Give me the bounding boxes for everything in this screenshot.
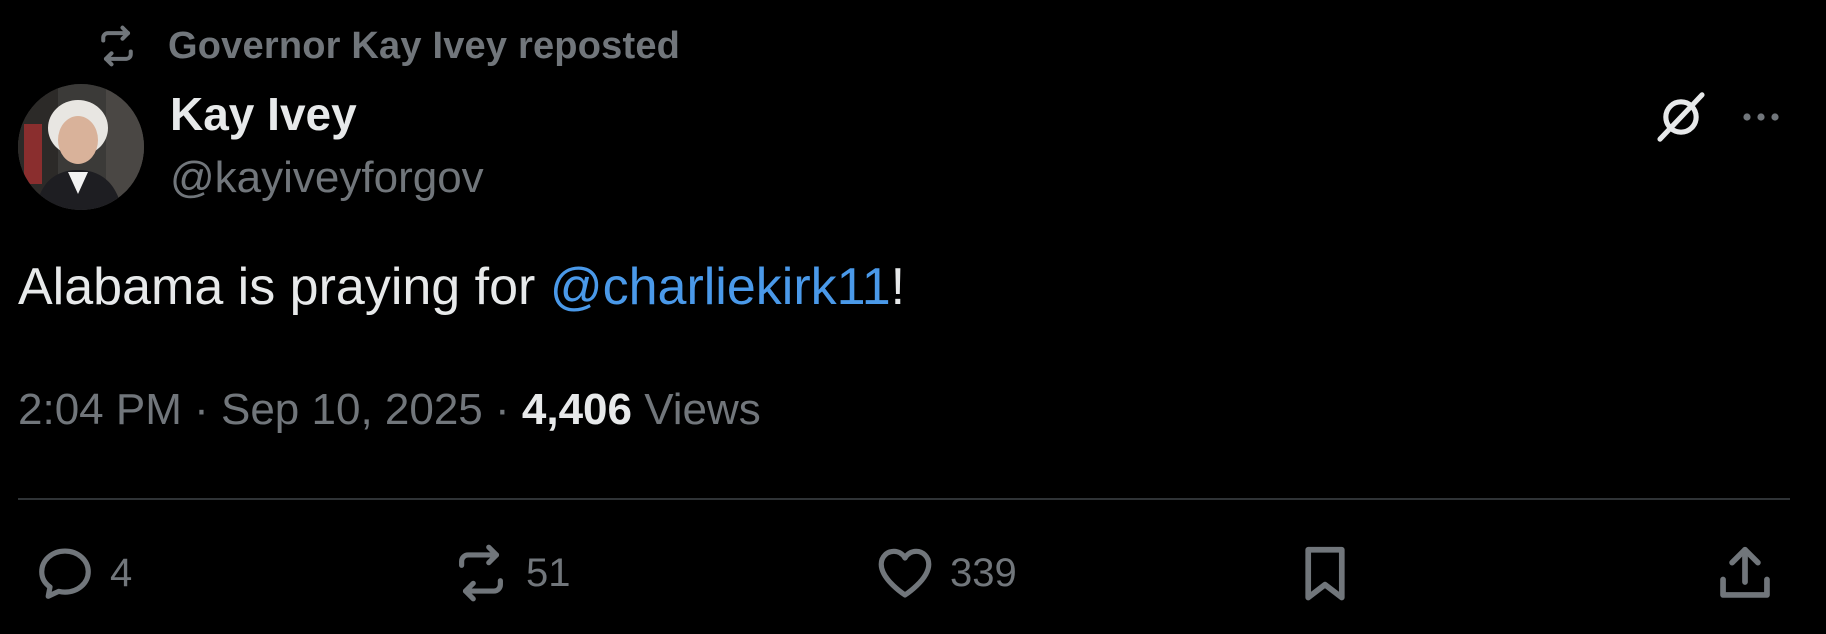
- repost-icon: [101, 25, 133, 67]
- heart-icon: [878, 548, 932, 598]
- avatar[interactable]: [18, 84, 144, 210]
- like-button[interactable]: 339: [874, 540, 1017, 606]
- tweet-text-after: !: [890, 258, 906, 316]
- share-icon: [1720, 546, 1770, 598]
- like-count: 339: [950, 550, 1017, 595]
- retweet-count: 51: [526, 550, 571, 595]
- author-handle[interactable]: @kayiveyforgov: [170, 150, 484, 206]
- avatar-photo: [18, 84, 144, 210]
- views-count: 4,406: [521, 385, 632, 434]
- tweet-time[interactable]: 2:04 PM: [18, 385, 182, 434]
- share-button[interactable]: [1714, 540, 1776, 606]
- retweet-icon: [459, 544, 503, 602]
- reply-button[interactable]: 4: [34, 540, 132, 606]
- author-display-name[interactable]: Kay Ivey: [170, 86, 357, 142]
- views-label: Views: [632, 385, 761, 434]
- retweet-button[interactable]: 51: [450, 540, 571, 606]
- reply-icon: [39, 548, 91, 599]
- tweet-date[interactable]: Sep 10, 2025: [221, 385, 483, 434]
- bookmark-button[interactable]: [1294, 540, 1356, 606]
- mention-link[interactable]: @charliekirk11: [550, 258, 891, 316]
- reply-count: 4: [110, 550, 133, 595]
- tweet-text: Alabama is praying for @charliekirk11!: [18, 254, 905, 320]
- grok-icon: [1657, 92, 1705, 142]
- divider: [18, 498, 1790, 500]
- more-options-icon: [1743, 113, 1779, 121]
- repost-label: Governor Kay Ivey reposted: [168, 24, 681, 67]
- bookmark-icon: [1305, 546, 1345, 601]
- tweet-meta: 2:04 PM · Sep 10, 2025 · 4,406 Views: [18, 382, 761, 438]
- grok-button[interactable]: [1650, 86, 1712, 148]
- more-options-button[interactable]: [1736, 92, 1786, 142]
- meta-separator: ·: [482, 385, 522, 434]
- meta-separator: ·: [181, 385, 221, 434]
- tweet-text-before: Alabama is praying for: [18, 258, 550, 316]
- repost-indicator[interactable]: Governor Kay Ivey reposted: [92, 22, 680, 70]
